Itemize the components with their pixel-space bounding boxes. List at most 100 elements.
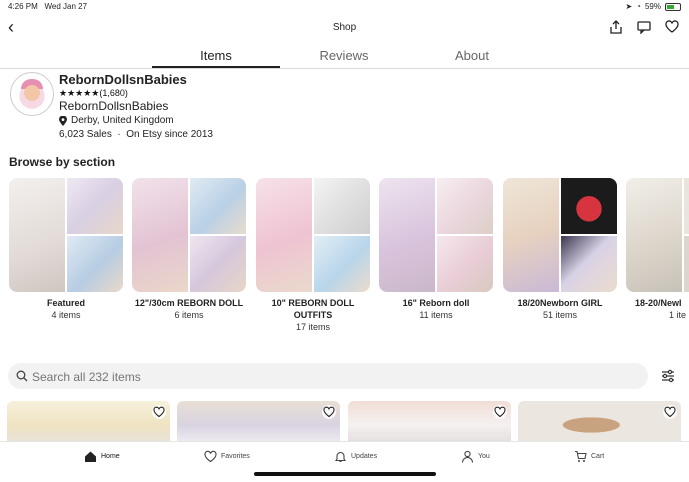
section-count: 6 items	[174, 310, 204, 320]
section-thumb	[314, 236, 370, 292]
section-count: 51 items	[542, 310, 577, 320]
nav-updates[interactable]: Updates	[334, 450, 377, 463]
product-card[interactable]	[518, 401, 681, 441]
section-thumb	[67, 236, 123, 292]
section-thumb	[9, 178, 65, 292]
section-card-16-reborn-doll[interactable]: 16" Reborn doll 11 items	[379, 178, 493, 321]
section-thumb	[503, 178, 559, 292]
search-bar	[8, 363, 648, 389]
search-input[interactable]	[30, 366, 634, 388]
section-name: 16" Reborn doll	[402, 298, 470, 308]
section-thumb	[190, 178, 246, 234]
browse-heading: Browse by section	[9, 155, 116, 169]
section-card-18-20-newborn[interactable]: 18-20/Newl 1 ite	[626, 178, 689, 321]
section-thumb	[437, 178, 493, 234]
active-tab-indicator	[152, 66, 280, 68]
tab-about[interactable]: About	[417, 48, 527, 63]
filter-icon[interactable]	[660, 368, 676, 384]
section-thumb	[561, 236, 617, 292]
home-icon	[85, 451, 96, 462]
section-thumb	[256, 178, 312, 292]
share-icon[interactable]	[609, 20, 623, 34]
wifi-icon: ◔	[636, 2, 641, 11]
section-card-featured[interactable]: Featured 4 items	[9, 178, 123, 321]
bell-icon	[334, 451, 347, 463]
favorite-button[interactable]	[493, 405, 507, 419]
status-bar: 4:26 PM Wed Jan 27 ➤ ◔ 59%	[0, 0, 689, 14]
section-count: 11 items	[419, 310, 453, 320]
shop-name: RebornDollsnBabies	[59, 72, 187, 87]
nav-label: Cart	[591, 453, 605, 460]
section-image-grid	[626, 178, 689, 292]
person-icon	[461, 450, 474, 463]
favorite-button[interactable]	[663, 405, 677, 419]
section-image-grid	[256, 178, 370, 292]
avatar-face	[24, 85, 40, 101]
section-count: 17 items	[295, 322, 330, 332]
shop-sales: 6,023 Sales · On Etsy since 2013	[59, 129, 213, 140]
nav-label: You	[478, 453, 490, 460]
heart-icon	[494, 406, 506, 418]
heart-icon	[664, 406, 676, 418]
nav-label: Home	[101, 453, 120, 460]
shop-rating[interactable]: ★★★★★(1,680)	[59, 88, 128, 99]
section-thumb	[626, 178, 682, 292]
page-title: Shop	[332, 22, 357, 33]
section-thumb	[190, 236, 246, 292]
status-time: 4:26 PM Wed Jan 27	[8, 2, 88, 11]
home-indicator	[254, 472, 436, 476]
nav-label: Favorites	[221, 453, 250, 460]
product-card[interactable]	[177, 401, 340, 441]
section-thumb	[314, 178, 370, 234]
heart-icon	[153, 406, 165, 418]
location-text: Derby, United Kingdom	[71, 115, 174, 126]
section-name: Featured	[46, 298, 85, 308]
heart-icon	[323, 406, 335, 418]
section-name: 18-20/Newl	[635, 298, 682, 308]
section-thumb	[67, 178, 123, 234]
message-icon[interactable]	[637, 20, 651, 34]
favorite-button[interactable]	[152, 405, 166, 419]
nav-home[interactable]: Home	[84, 450, 120, 463]
product-card[interactable]	[7, 401, 170, 441]
tab-reviews[interactable]: Reviews	[289, 48, 399, 63]
top-actions	[609, 20, 679, 34]
nav-label: Updates	[351, 453, 378, 460]
tab-items[interactable]: Items	[161, 48, 271, 63]
section-count: 4 items	[51, 310, 81, 320]
section-image-grid	[9, 178, 123, 292]
nav-you[interactable]: You	[461, 450, 490, 463]
section-count: 1 ite	[669, 310, 687, 320]
location-pin-icon	[59, 115, 67, 126]
section-card-18-20-newborn-girl[interactable]: 18/20Newborn GIRL 51 items	[503, 178, 617, 321]
location-arrow-icon: ➤	[625, 2, 633, 11]
section-image-grid	[503, 178, 617, 292]
section-thumb	[561, 178, 617, 234]
section-card-12-reborn-doll[interactable]: 12"/30cm REBORN DOLL 6 items	[132, 178, 246, 321]
section-name: 12"/30cm REBORN DOLL	[134, 298, 244, 308]
section-card-10-reborn-doll-outfits[interactable]: 10" REBORN DOLL OUTFITS 17 items	[256, 178, 370, 333]
section-image-grid	[132, 178, 246, 292]
section-thumb	[684, 236, 689, 292]
battery-percent: 59%	[644, 2, 661, 11]
top-bar: ‹ Shop	[0, 14, 689, 42]
nav-favorites[interactable]: Favorites	[204, 450, 250, 463]
battery-icon	[665, 2, 681, 11]
favorite-button[interactable]	[322, 405, 336, 419]
product-card[interactable]	[348, 401, 511, 441]
section-thumb	[437, 236, 493, 292]
section-thumb	[684, 178, 689, 234]
section-thumb	[132, 178, 188, 292]
section-name: 10" REBORN DOLL OUTFITS	[271, 298, 355, 320]
shop-avatar[interactable]	[10, 72, 54, 116]
shop-location: Derby, United Kingdom	[59, 115, 174, 126]
shop-owner-name: RebornDollsnBabies	[59, 99, 169, 113]
section-name: 18/20Newborn GIRL	[517, 298, 603, 308]
section-thumb	[379, 178, 435, 292]
shop-tabs: Items Reviews About	[0, 42, 689, 69]
nav-cart[interactable]: Cart	[574, 450, 604, 463]
review-count: (1,680)	[99, 88, 128, 98]
section-image-grid	[379, 178, 493, 292]
status-right: ➤ ◔ 59%	[625, 2, 681, 11]
heart-icon[interactable]	[665, 20, 679, 34]
